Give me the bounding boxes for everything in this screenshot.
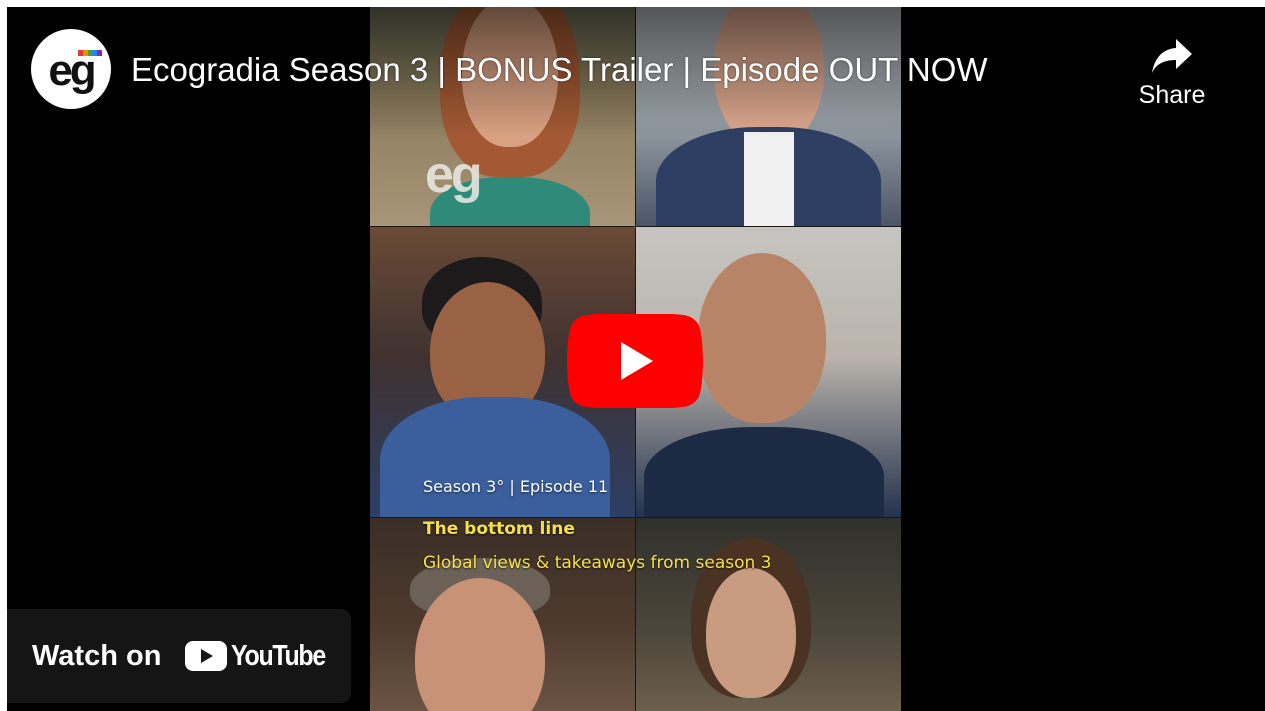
- video-title[interactable]: Ecogradia Season 3 | BONUS Trailer | Epi…: [131, 51, 988, 89]
- thumbnail-headline: The bottom line: [423, 519, 575, 539]
- watch-on-label: Watch on: [32, 639, 162, 672]
- youtube-logo: YouTube: [185, 640, 340, 673]
- youtube-logo-icon: [185, 641, 228, 671]
- thumbnail-portrait-5: [370, 518, 635, 711]
- share-icon: [1152, 39, 1192, 73]
- share-button[interactable]: Share: [1127, 37, 1217, 110]
- youtube-wordmark: YouTube: [231, 639, 326, 672]
- video-player[interactable]: eg Season 3° | Episode 11 The bottom lin…: [7, 7, 1265, 711]
- watch-on-youtube-button[interactable]: Watch on YouTube: [7, 609, 351, 703]
- thumbnail-portrait-6: [636, 518, 901, 711]
- play-button[interactable]: [567, 314, 703, 408]
- share-label: Share: [1138, 81, 1206, 109]
- thumbnail-subtitle: Global views & takeaways from season 3: [423, 553, 772, 573]
- thumbnail-brand-mark: eg: [425, 146, 483, 204]
- season-episode-label: Season 3° | Episode 11: [423, 477, 609, 496]
- logo-color-stripe: [78, 50, 102, 56]
- channel-avatar[interactable]: eg: [31, 29, 111, 109]
